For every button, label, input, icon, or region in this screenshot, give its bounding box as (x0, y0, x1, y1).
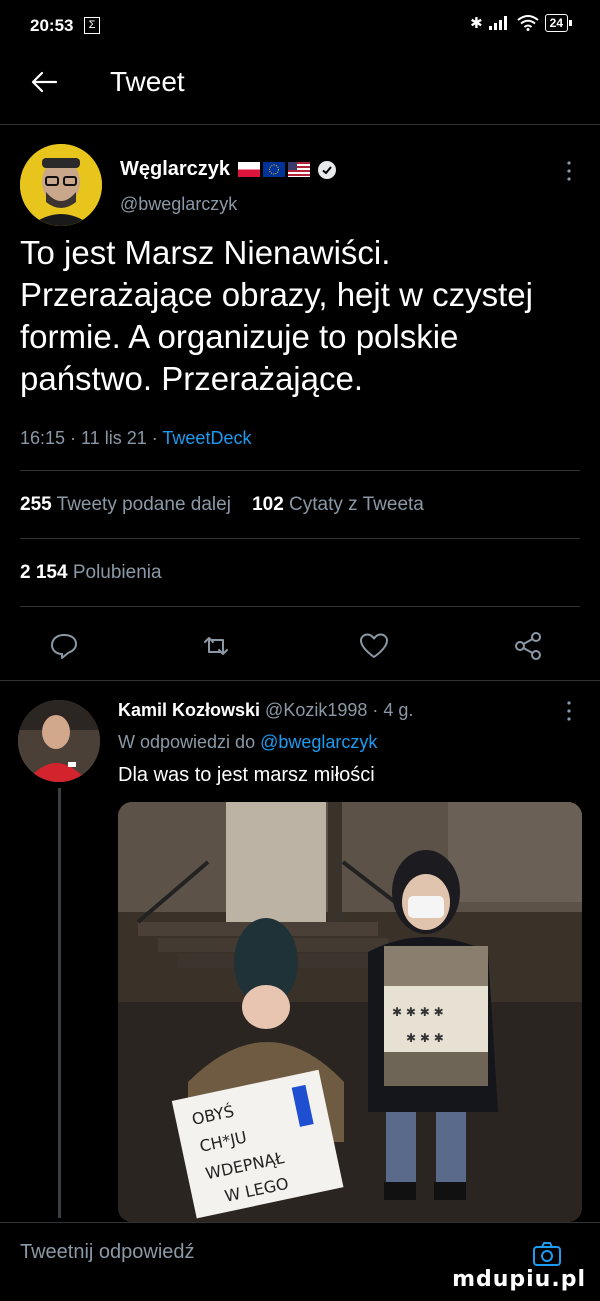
svg-text:✱ ✱ ✱: ✱ ✱ ✱ (406, 1031, 444, 1045)
likes-label[interactable]: Polubienia (73, 562, 162, 583)
eu-flag-icon (263, 162, 286, 177)
author-name-row[interactable]: Węglarczyk (120, 158, 337, 181)
divider (20, 470, 580, 471)
divider (0, 680, 600, 681)
reply-text: Dla was to jest marsz miłości (118, 764, 375, 786)
tweet-action-bar (0, 630, 600, 674)
thread-line (58, 788, 61, 1218)
more-options-icon[interactable] (566, 160, 572, 182)
reply-avatar[interactable] (18, 700, 100, 782)
tweet-timestamp: 16:15 · 11 lis 21 · TweetDeck (20, 428, 251, 449)
page-title: Tweet (110, 66, 185, 97)
reply-author-name[interactable]: Kamil Kozłowski (118, 700, 260, 720)
likes-stats: 2 154 Polubienia (20, 562, 162, 584)
camera-icon[interactable] (532, 1241, 562, 1267)
quotes-label[interactable]: Cytaty z Tweeta (289, 494, 424, 515)
bluetooth-icon: ✱ (470, 15, 483, 32)
watermark-logo: mdupiu.pl (452, 1267, 586, 1292)
share-icon[interactable] (512, 630, 544, 662)
poland-flag-icon (238, 162, 261, 177)
tweet-source-link[interactable]: TweetDeck (162, 428, 251, 448)
divider (20, 606, 580, 607)
likes-count[interactable]: 2 154 (20, 562, 68, 583)
signal-icon (488, 16, 507, 30)
status-bar: 20:53 Σ ✱ 24 (0, 0, 600, 52)
mention-link[interactable]: @bweglarczyk (260, 732, 377, 752)
divider (20, 538, 580, 539)
reply-avatar-photo (18, 700, 100, 782)
flag-emojis (238, 162, 311, 177)
status-icons: ✱ 24 (470, 14, 573, 32)
author-name[interactable]: Węglarczyk (120, 158, 230, 181)
usa-flag-icon (288, 162, 311, 177)
avatar[interactable] (20, 144, 102, 226)
retweets-label[interactable]: Tweety podane dalej (57, 494, 231, 515)
author-handle[interactable]: @bweglarczyk (120, 194, 237, 215)
top-bar: Tweet (0, 52, 600, 125)
retweet-quote-stats: 255 Tweety podane dalej 102 Cytaty z Twe… (20, 494, 424, 516)
reply-input[interactable]: Tweetnij odpowiedź (20, 1241, 195, 1264)
retweets-count[interactable]: 255 (20, 494, 52, 515)
wifi-icon (517, 15, 539, 31)
reply-photo[interactable]: OBYŚ CH*JU WDEPNĄŁ W LEGO ✱ ✱ ✱ ✱ ✱ ✱ ✱ (118, 802, 582, 1222)
quotes-count[interactable]: 102 (252, 494, 284, 515)
reply-icon[interactable] (48, 630, 80, 662)
tweet-date: 16:15 · 11 lis 21 · (20, 428, 163, 448)
reply-handle-time[interactable]: @Kozik1998 · 4 g. (265, 700, 413, 720)
replying-to: W odpowiedzi do @bweglarczyk (118, 732, 377, 753)
reply-header: Kamil Kozłowski @Kozik1998 · 4 g. (118, 700, 413, 721)
avatar-photo (20, 144, 102, 226)
verified-badge-icon (318, 160, 337, 179)
tweet-text: To jest Marsz Nienawiści. Przerażające o… (20, 234, 533, 397)
replying-to-label: W odpowiedzi do (118, 732, 261, 752)
notification-icon: Σ (84, 17, 100, 34)
like-heart-icon[interactable] (358, 630, 390, 662)
photo-children-with-signs: OBYŚ CH*JU WDEPNĄŁ W LEGO ✱ ✱ ✱ ✱ ✱ ✱ ✱ (118, 802, 582, 1222)
battery-icon: 24 (544, 14, 573, 32)
reply-more-options-icon[interactable] (566, 700, 572, 722)
retweet-icon[interactable] (200, 630, 232, 662)
back-arrow-icon[interactable] (30, 68, 58, 96)
svg-text:✱ ✱ ✱ ✱: ✱ ✱ ✱ ✱ (392, 1005, 444, 1019)
status-time: 20:53 (30, 16, 74, 35)
